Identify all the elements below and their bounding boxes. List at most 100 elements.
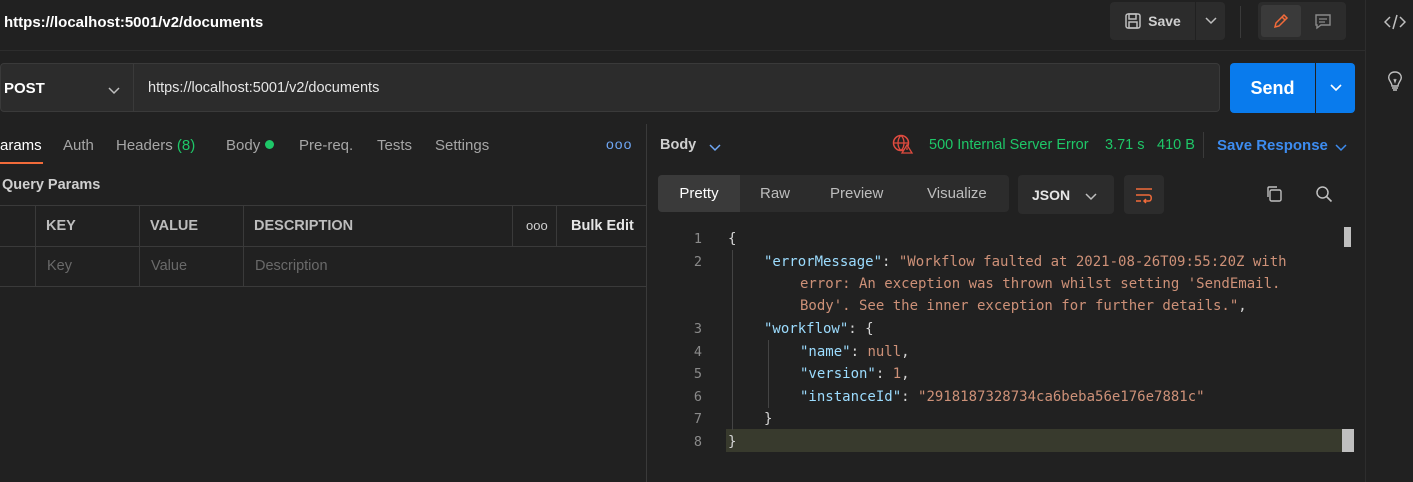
view-tab-preview[interactable]: Preview: [830, 185, 883, 202]
tab-params[interactable]: arams: [0, 137, 42, 154]
query-params-title: Query Params: [2, 177, 101, 193]
scrollbar-thumb[interactable]: [1342, 429, 1354, 452]
column-header-description: DESCRIPTION: [254, 218, 354, 234]
json-string: Body'. See the inner exception for furth…: [800, 298, 1239, 314]
current-line-highlight: [726, 429, 1354, 452]
chevron-down-icon: [1329, 84, 1342, 92]
response-time[interactable]: 3.71 s: [1105, 137, 1145, 153]
copy-icon[interactable]: [1265, 185, 1283, 206]
code-punct: {: [728, 231, 737, 247]
send-button-label: Send: [1250, 77, 1295, 98]
save-button[interactable]: Save: [1110, 2, 1195, 40]
tab-body[interactable]: Body: [226, 137, 275, 154]
chevron-down-icon: [1204, 17, 1217, 25]
description-input[interactable]: Description: [255, 258, 328, 274]
line-number: 2: [693, 254, 702, 270]
indent-guide: [768, 340, 769, 408]
scrollbar-thumb[interactable]: [1344, 227, 1351, 247]
column-options-button[interactable]: ooo: [526, 218, 548, 233]
status-badge[interactable]: 500 Internal Server Error: [929, 137, 1089, 153]
code-line[interactable]: error: An exception was thrown whilst se…: [800, 276, 1280, 292]
code-line[interactable]: "version": 1,: [800, 366, 910, 382]
request-title[interactable]: https://localhost:5001/v2/documents: [4, 14, 263, 31]
code-line[interactable]: "errorMessage": "Workflow faulted at 202…: [764, 254, 1287, 270]
save-response-button[interactable]: Save Response: [1217, 137, 1328, 154]
save-dropdown-button[interactable]: [1196, 2, 1225, 40]
globe-error-icon[interactable]: [892, 134, 914, 157]
line-number: 6: [693, 389, 702, 405]
code-punct: }: [728, 434, 737, 450]
tab-body-label: Body: [226, 137, 261, 154]
header-divider: [1240, 6, 1241, 38]
send-dropdown-button[interactable]: [1316, 63, 1355, 113]
response-body-select[interactable]: Body: [660, 137, 696, 153]
response-header-divider: [1203, 132, 1204, 158]
table-header-border: [0, 246, 646, 247]
more-tabs-button[interactable]: ooo: [606, 136, 632, 152]
chevron-down-icon[interactable]: [1335, 139, 1347, 155]
code-line[interactable]: "instanceId": "2918187328734ca6beba56e17…: [800, 389, 1205, 405]
code-punct: }: [764, 411, 773, 427]
json-string: error: An exception was thrown whilst se…: [800, 276, 1281, 292]
code-punct: ,: [1238, 298, 1247, 314]
method-label: POST: [4, 80, 45, 97]
line-number: 8: [693, 434, 702, 450]
code-icon[interactable]: [1383, 12, 1407, 35]
url-value: https://localhost:5001/v2/documents: [148, 80, 380, 96]
tab-auth[interactable]: Auth: [63, 137, 94, 154]
save-button-label: Save: [1148, 13, 1181, 29]
tab-settings[interactable]: Settings: [435, 137, 489, 154]
active-tab-underline: [0, 162, 43, 164]
comment-icon: [1315, 14, 1331, 30]
pane-splitter[interactable]: [646, 124, 647, 482]
json-key: "version": [800, 366, 876, 382]
chevron-down-icon: [1085, 188, 1097, 204]
bulk-edit-button[interactable]: Bulk Edit: [571, 218, 634, 234]
value-input[interactable]: Value: [151, 258, 187, 274]
column-header-value: VALUE: [150, 218, 199, 234]
tab-tests[interactable]: Tests: [377, 137, 412, 154]
view-tab-pretty[interactable]: Pretty: [658, 175, 740, 212]
indent-guide: [732, 250, 733, 430]
json-key: "errorMessage": [764, 254, 883, 270]
code-punct: : {: [848, 321, 874, 337]
comment-mode-button[interactable]: [1303, 5, 1343, 37]
line-number: 4: [693, 344, 702, 360]
tab-headers-label: Headers: [116, 137, 173, 154]
code-line[interactable]: "workflow": {: [764, 321, 874, 337]
code-line[interactable]: }: [728, 434, 736, 450]
wrap-icon: [1136, 187, 1152, 204]
pencil-icon: [1273, 13, 1289, 29]
line-number: 5: [693, 366, 702, 382]
table-col-divider: [556, 205, 557, 247]
table-col-divider: [243, 205, 244, 287]
json-key: "name": [800, 344, 851, 360]
code-punct: :: [882, 254, 899, 270]
code-line[interactable]: Body'. See the inner exception for furth…: [800, 298, 1247, 314]
save-icon: [1125, 13, 1141, 29]
view-tab-raw[interactable]: Raw: [760, 185, 790, 202]
body-indicator-dot: [265, 140, 275, 149]
wrap-lines-button[interactable]: [1124, 175, 1164, 214]
code-line[interactable]: }: [764, 411, 772, 427]
line-number: 7: [693, 411, 702, 427]
response-size[interactable]: 410 B: [1157, 137, 1195, 153]
line-number: 1: [693, 231, 702, 247]
json-number: 1: [892, 366, 902, 382]
key-input[interactable]: Key: [47, 258, 72, 274]
table-bottom-border: [0, 286, 646, 287]
view-tab-visualize[interactable]: Visualize: [927, 185, 987, 202]
search-icon[interactable]: [1315, 185, 1333, 206]
tab-headers[interactable]: Headers (8): [116, 137, 195, 154]
code-line[interactable]: {: [728, 231, 736, 247]
send-button[interactable]: Send: [1230, 63, 1315, 113]
format-label: JSON: [1032, 187, 1071, 203]
json-string: "Workflow faulted at 2021-08-26T09:55:20…: [898, 254, 1287, 270]
json-string: "2918187328734ca6beba56e176e7881c": [918, 389, 1205, 405]
code-line[interactable]: "name": null,: [800, 344, 910, 360]
edit-mode-button[interactable]: [1261, 5, 1301, 37]
lightbulb-icon[interactable]: [1385, 70, 1405, 95]
tab-prereq[interactable]: Pre-req.: [299, 137, 353, 154]
column-header-key: KEY: [46, 218, 76, 234]
table-top-border: [0, 205, 646, 206]
